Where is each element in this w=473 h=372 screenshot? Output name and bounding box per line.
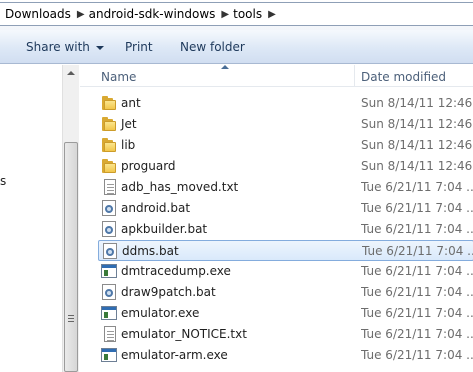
- folder-icon: [101, 116, 117, 132]
- grip-icon: [68, 315, 74, 322]
- chevron-down-icon: [95, 45, 104, 50]
- file-name: lib: [121, 138, 136, 152]
- file-name: draw9patch.bat: [121, 285, 216, 299]
- file-name: ant: [121, 96, 141, 110]
- file-date-modified: Tue 6/21/11 7:04 ...: [361, 201, 473, 215]
- file-row[interactable]: draw9patch.bat Tue 6/21/11 7:04 ...: [98, 282, 473, 303]
- share-with-label: Share with: [26, 40, 90, 54]
- file-name: emulator-arm.exe: [121, 348, 228, 362]
- file-name: apkbuilder.bat: [121, 222, 208, 236]
- breadcrumb-separator-icon[interactable]: ▶: [262, 9, 280, 20]
- file-row[interactable]: adb_has_moved.txt Tue 6/21/11 7:04 ...: [98, 177, 473, 198]
- command-bar: Share with Print New folder: [0, 30, 473, 64]
- scroll-up-icon[interactable]: [67, 71, 75, 75]
- file-date-modified: Sun 8/14/11 12:46 ...: [361, 138, 473, 152]
- batch-file-icon: [101, 284, 117, 300]
- batch-file-icon: [101, 221, 117, 237]
- folder-icon: [101, 95, 117, 111]
- navigation-pane: s: [0, 65, 80, 372]
- file-row[interactable]: emulator.exe Tue 6/21/11 7:04 ...: [98, 303, 473, 324]
- text-file-icon: [101, 179, 117, 195]
- file-name: proguard: [121, 159, 176, 173]
- print-button[interactable]: Print: [125, 40, 153, 54]
- nav-scrollbar[interactable]: [62, 65, 79, 372]
- file-date-modified: Tue 6/21/11 7:04 ...: [361, 327, 473, 341]
- address-bar: Downloads ▶ android-sdk-windows ▶ tools …: [0, 0, 473, 30]
- column-header-row: Name Date modified: [80, 65, 473, 87]
- file-date-modified: Tue 6/21/11 7:04 ...: [361, 264, 473, 278]
- batch-file-icon: [101, 200, 117, 216]
- column-header-date-modified[interactable]: Date modified: [361, 70, 446, 84]
- folder-icon: [101, 137, 117, 153]
- column-divider[interactable]: [354, 65, 355, 87]
- batch-file-icon: [102, 243, 118, 259]
- executable-icon: [101, 347, 117, 363]
- file-row[interactable]: proguard Sun 8/14/11 12:46 ...: [98, 156, 473, 177]
- file-date-modified: Tue 6/21/11 7:04 ...: [361, 222, 473, 236]
- file-name: adb_has_moved.txt: [121, 180, 239, 194]
- file-date-modified: Tue 6/21/11 7:04 ...: [361, 306, 473, 320]
- scrollbar-thumb[interactable]: [64, 142, 78, 372]
- executable-icon: [101, 305, 117, 321]
- file-date-modified: Sun 8/14/11 12:46 ...: [361, 117, 473, 131]
- text-file-icon: [101, 326, 117, 342]
- breadcrumb-separator-icon[interactable]: ▶: [215, 9, 233, 20]
- file-name: emulator_NOTICE.txt: [121, 327, 247, 341]
- file-date-modified: Tue 6/21/11 7:04 ...: [361, 285, 473, 299]
- file-list: Name Date modified ant Sun 8/14/11 12:46 …: [80, 65, 473, 372]
- file-row[interactable]: emulator-arm.exe Tue 6/21/11 7:04 ...: [98, 345, 473, 366]
- file-row[interactable]: lib Sun 8/14/11 12:46 ...: [98, 135, 473, 156]
- file-row[interactable]: emulator_NOTICE.txt Tue 6/21/11 7:04 ...: [98, 324, 473, 345]
- share-with-button[interactable]: Share with: [26, 40, 104, 54]
- file-date-modified: Tue 6/21/11 7:04 ...: [361, 348, 473, 362]
- file-row[interactable]: dmtracedump.exe Tue 6/21/11 7:04 ...: [98, 261, 473, 282]
- file-name: emulator.exe: [121, 306, 200, 320]
- file-row[interactable]: ant Sun 8/14/11 12:46 ...: [98, 93, 473, 114]
- file-name: android.bat: [121, 201, 191, 215]
- breadcrumb-tools[interactable]: tools: [233, 7, 262, 21]
- file-date-modified: Sun 8/14/11 12:46 ...: [361, 96, 473, 110]
- file-row[interactable]: apkbuilder.bat Tue 6/21/11 7:04 ...: [98, 219, 473, 240]
- breadcrumb-separator-icon[interactable]: ▶: [71, 9, 89, 20]
- breadcrumb-downloads[interactable]: Downloads: [0, 7, 71, 21]
- breadcrumb[interactable]: Downloads ▶ android-sdk-windows ▶ tools …: [0, 2, 473, 26]
- file-row[interactable]: ddms.bat Tue 6/21/11 7:04 ...: [98, 240, 473, 261]
- file-date-modified: Tue 6/21/11 7:04 ...: [362, 244, 473, 258]
- file-name: Jet: [121, 117, 137, 131]
- file-date-modified: Sun 8/14/11 12:46 ...: [361, 159, 473, 173]
- file-date-modified: Tue 6/21/11 7:04 ...: [361, 180, 473, 194]
- nav-item-label[interactable]: s: [0, 174, 6, 188]
- breadcrumb-android-sdk-windows[interactable]: android-sdk-windows: [89, 7, 216, 21]
- file-row[interactable]: android.bat Tue 6/21/11 7:04 ...: [98, 198, 473, 219]
- file-row[interactable]: Jet Sun 8/14/11 12:46 ...: [98, 114, 473, 135]
- executable-icon: [101, 263, 117, 279]
- new-folder-button[interactable]: New folder: [180, 40, 245, 54]
- file-name: ddms.bat: [122, 244, 179, 258]
- column-header-name[interactable]: Name: [101, 70, 136, 84]
- folder-icon: [101, 158, 117, 174]
- file-name: dmtracedump.exe: [121, 264, 231, 278]
